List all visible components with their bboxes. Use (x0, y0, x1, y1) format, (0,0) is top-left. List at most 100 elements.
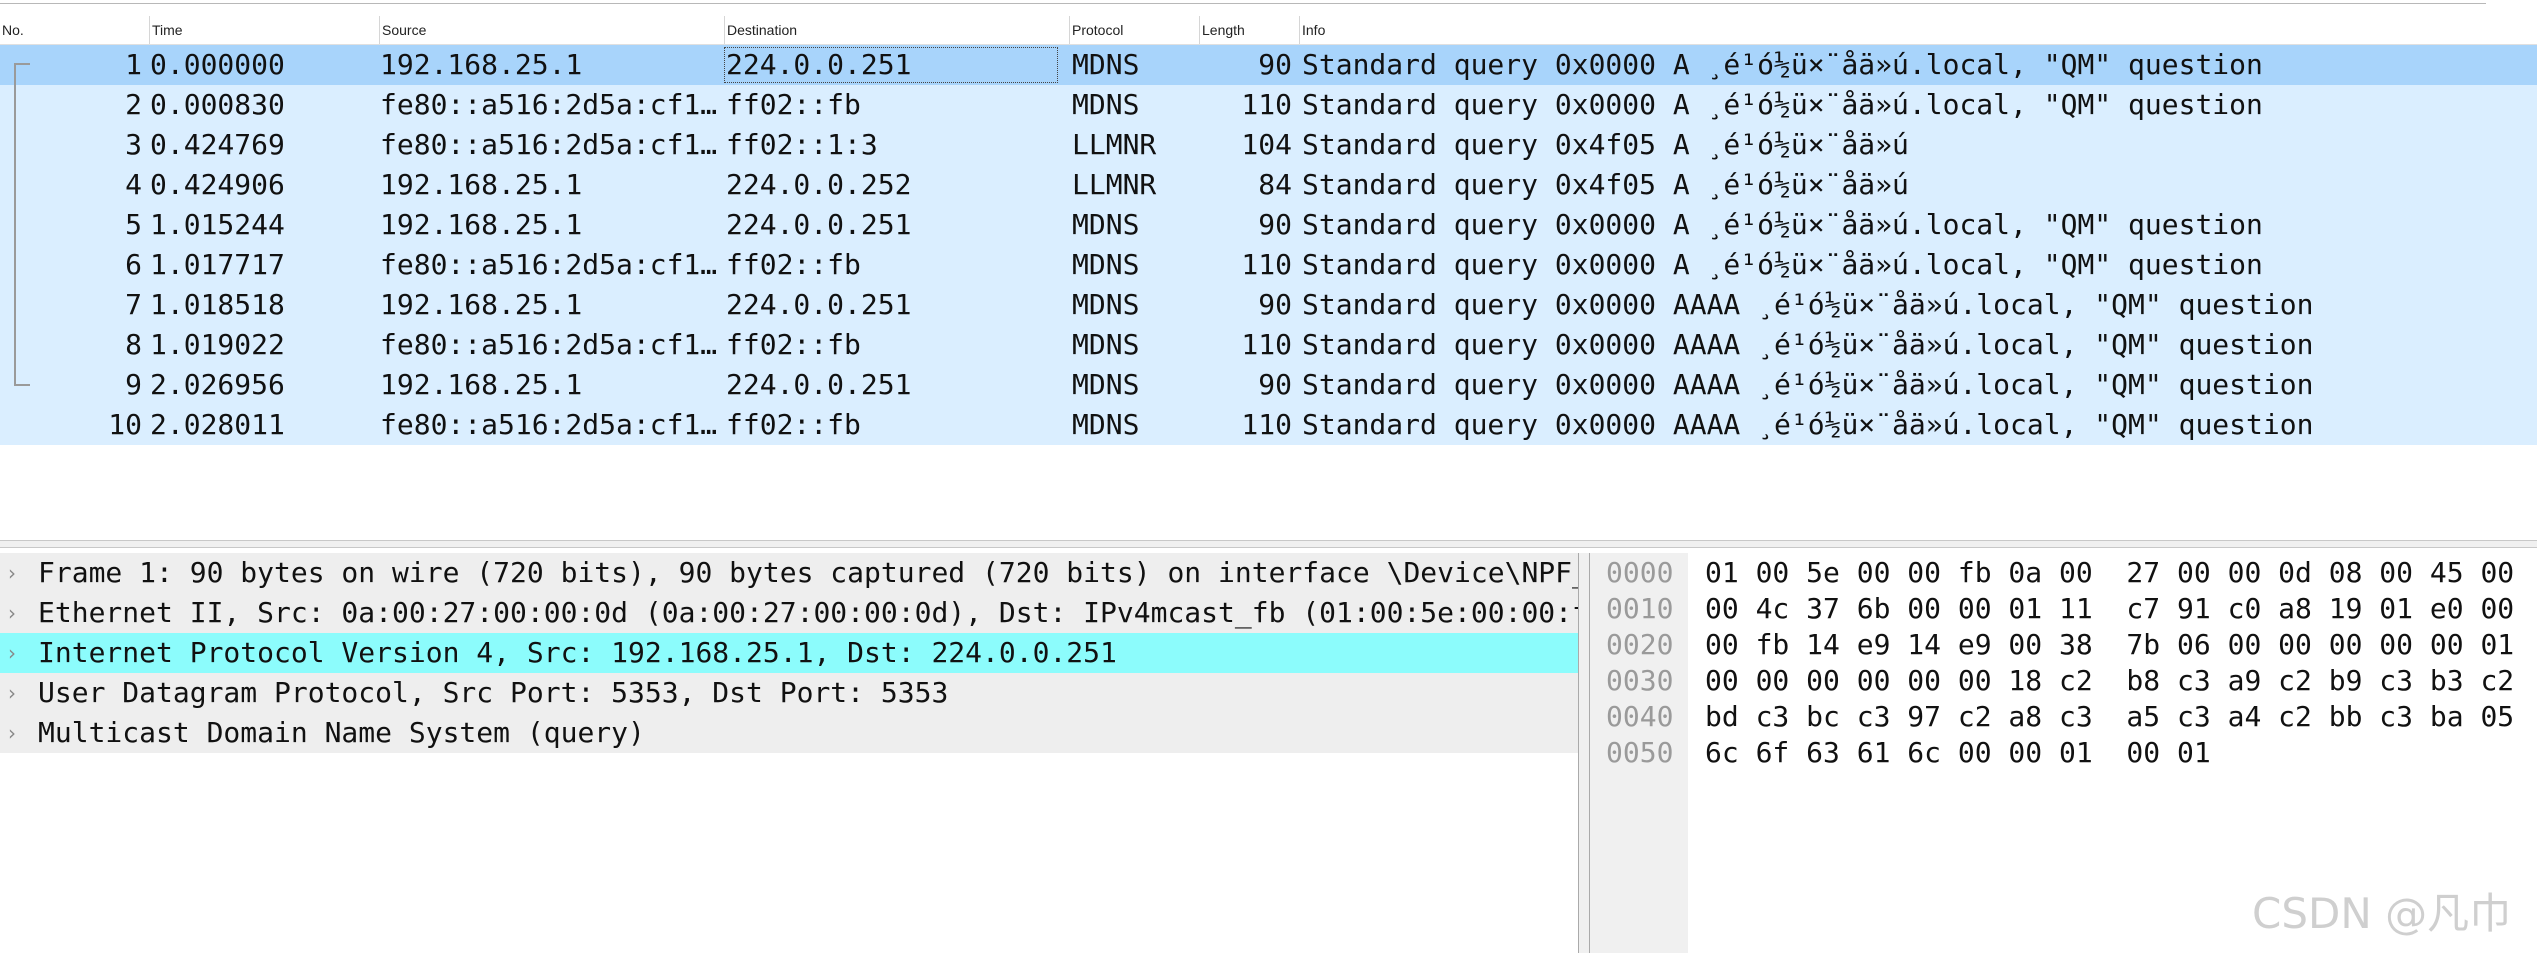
detail-row-udp[interactable]: › User Datagram Protocol, Src Port: 5353… (0, 673, 1578, 713)
packet-length: 110 (1241, 88, 1292, 121)
packet-row[interactable]: 5 1.015244 192.168.25.1 224.0.0.251 MDNS… (0, 205, 2537, 245)
packet-destination: ff02::1:3 (726, 128, 878, 161)
byte-offset: 0010 (1606, 592, 1674, 625)
packet-source: 192.168.25.1 (380, 288, 583, 321)
byte-hex-line[interactable]: 6c 6f 63 61 6c 00 00 01 00 01 (1705, 735, 2211, 771)
packet-source: 192.168.25.1 (380, 48, 583, 81)
byte-hex-line[interactable]: bd c3 bc c3 97 c2 a8 c3 a5 c3 a4 c2 bb c… (1705, 699, 2514, 735)
packet-no: 6 (125, 248, 142, 281)
column-source[interactable]: Source (380, 16, 725, 44)
conversation-bracket-line (14, 63, 18, 385)
packet-details: › Frame 1: 90 bytes on wire (720 bits), … (0, 553, 1578, 953)
packet-length: 110 (1241, 328, 1292, 361)
packet-destination: ff02::fb (726, 328, 861, 361)
column-time[interactable]: Time (150, 16, 380, 44)
packet-no: 3 (125, 128, 142, 161)
packet-protocol: MDNS (1072, 88, 1140, 121)
chevron-right-icon[interactable]: › (8, 673, 28, 713)
byte-offset: 0000 (1606, 556, 1674, 589)
packet-source: fe80::a516:2d5a:cf1… (380, 408, 718, 441)
packet-row[interactable]: 1 0.000000 192.168.25.1 224.0.0.251 MDNS… (0, 45, 2537, 85)
watermark: CSDN @凡巾 (2252, 889, 2512, 938)
byte-offset: 0040 (1606, 700, 1674, 733)
packet-info: Standard query 0x0000 A ¸é¹ó½ü×¨åä»ú.loc… (1302, 88, 2263, 121)
packet-destination: 224.0.0.251 (726, 208, 912, 241)
packet-source: fe80::a516:2d5a:cf1… (380, 88, 718, 121)
packet-length: 104 (1241, 128, 1292, 161)
packet-list[interactable]: No. Time Source Destination Protocol Len… (0, 0, 2537, 540)
toolbar-edge (0, 0, 2486, 4)
packet-info: Standard query 0x0000 AAAA ¸é¹ó½ü×¨åä»ú.… (1302, 328, 2314, 361)
detail-text: Ethernet II, Src: 0a:00:27:00:00:0d (0a:… (38, 596, 1578, 629)
packet-info: Standard query 0x0000 A ¸é¹ó½ü×¨åä»ú.loc… (1302, 48, 2263, 81)
packet-time: 0.424906 (150, 168, 285, 201)
packet-protocol: MDNS (1072, 368, 1140, 401)
packet-protocol: MDNS (1072, 408, 1140, 441)
packet-protocol: MDNS (1072, 248, 1140, 281)
column-header: No. Time Source Destination Protocol Len… (0, 16, 2537, 45)
packet-info: Standard query 0x0000 AAAA ¸é¹ó½ü×¨åä»ú.… (1302, 408, 2314, 441)
column-length[interactable]: Length (1200, 16, 1300, 44)
detail-row-ethernet[interactable]: › Ethernet II, Src: 0a:00:27:00:00:0d (0… (0, 593, 1578, 633)
byte-hex-line[interactable]: 00 4c 37 6b 00 00 01 11 c7 91 c0 a8 19 0… (1705, 591, 2514, 627)
packet-time: 1.018518 (150, 288, 285, 321)
packet-destination: 224.0.0.251 (722, 45, 1060, 85)
packet-info: Standard query 0x4f05 A ¸é¹ó½ü×¨åä»ú (1302, 168, 1909, 201)
packet-length: 110 (1241, 248, 1292, 281)
detail-text: Frame 1: 90 bytes on wire (720 bits), 90… (38, 556, 1578, 589)
conversation-bracket-start (14, 63, 30, 65)
byte-hex-line[interactable]: 00 fb 14 e9 14 e9 00 38 7b 06 00 00 00 0… (1705, 627, 2514, 663)
chevron-right-icon[interactable]: › (8, 633, 28, 673)
chevron-right-icon[interactable]: › (8, 713, 28, 753)
packet-row[interactable]: 10 2.028011 fe80::a516:2d5a:cf1… ff02::f… (0, 405, 2537, 445)
packet-source: 192.168.25.1 (380, 368, 583, 401)
packet-no: 7 (125, 288, 142, 321)
packet-row[interactable]: 3 0.424769 fe80::a516:2d5a:cf1… ff02::1:… (0, 125, 2537, 165)
packet-row[interactable]: 4 0.424906 192.168.25.1 224.0.0.252 LLMN… (0, 165, 2537, 205)
packet-length: 90 (1258, 288, 1292, 321)
detail-text: User Datagram Protocol, Src Port: 5353, … (38, 676, 949, 709)
column-info[interactable]: Info (1300, 16, 2537, 44)
packet-source: fe80::a516:2d5a:cf1… (380, 128, 718, 161)
packet-destination: ff02::fb (726, 408, 861, 441)
packet-info: Standard query 0x0000 AAAA ¸é¹ó½ü×¨åä»ú.… (1302, 288, 2314, 321)
packet-no: 5 (125, 208, 142, 241)
packet-protocol: MDNS (1072, 208, 1140, 241)
detail-text: Multicast Domain Name System (query) (38, 716, 645, 749)
packet-source: fe80::a516:2d5a:cf1… (380, 248, 718, 281)
packet-time: 1.017717 (150, 248, 285, 281)
packet-time: 0.000830 (150, 88, 285, 121)
chevron-right-icon[interactable]: › (8, 553, 28, 593)
detail-row-frame[interactable]: › Frame 1: 90 bytes on wire (720 bits), … (0, 553, 1578, 593)
packet-protocol: LLMNR (1072, 168, 1157, 201)
packet-length: 110 (1241, 408, 1292, 441)
byte-offset: 0030 (1606, 664, 1674, 697)
packet-info: Standard query 0x0000 AAAA ¸é¹ó½ü×¨åä»ú.… (1302, 368, 2314, 401)
packet-row[interactable]: 8 1.019022 fe80::a516:2d5a:cf1… ff02::fb… (0, 325, 2537, 365)
column-no[interactable]: No. (0, 16, 150, 44)
packet-source: fe80::a516:2d5a:cf1… (380, 328, 718, 361)
packet-row[interactable]: 7 1.018518 192.168.25.1 224.0.0.251 MDNS… (0, 285, 2537, 325)
packet-destination: ff02::fb (726, 88, 861, 121)
vertical-splitter[interactable] (1578, 553, 1590, 953)
byte-offset: 0020 (1606, 628, 1674, 661)
column-destination[interactable]: Destination (725, 16, 1070, 44)
packet-row[interactable]: 6 1.017717 fe80::a516:2d5a:cf1… ff02::fb… (0, 245, 2537, 285)
packet-row[interactable]: 2 0.000830 fe80::a516:2d5a:cf1… ff02::fb… (0, 85, 2537, 125)
packet-destination: 224.0.0.251 (726, 288, 912, 321)
packet-time: 0.000000 (150, 48, 285, 81)
packet-protocol: LLMNR (1072, 128, 1157, 161)
packet-source: 192.168.25.1 (380, 168, 583, 201)
chevron-right-icon[interactable]: › (8, 593, 28, 633)
detail-row-ipv4[interactable]: › Internet Protocol Version 4, Src: 192.… (0, 633, 1578, 673)
packet-rows: 1 0.000000 192.168.25.1 224.0.0.251 MDNS… (0, 45, 2537, 445)
column-protocol[interactable]: Protocol (1070, 16, 1200, 44)
packet-row[interactable]: 9 2.026956 192.168.25.1 224.0.0.251 MDNS… (0, 365, 2537, 405)
horizontal-splitter[interactable] (0, 540, 2537, 548)
packet-length: 90 (1258, 208, 1292, 241)
byte-hex-line[interactable]: 00 00 00 00 00 00 18 c2 b8 c3 a9 c2 b9 c… (1705, 663, 2514, 699)
detail-row-mdns[interactable]: › Multicast Domain Name System (query) (0, 713, 1578, 753)
byte-hex-line[interactable]: 01 00 5e 00 00 fb 0a 00 27 00 00 0d 08 0… (1705, 555, 2514, 591)
packet-length: 90 (1258, 368, 1292, 401)
packet-time: 2.028011 (150, 408, 285, 441)
